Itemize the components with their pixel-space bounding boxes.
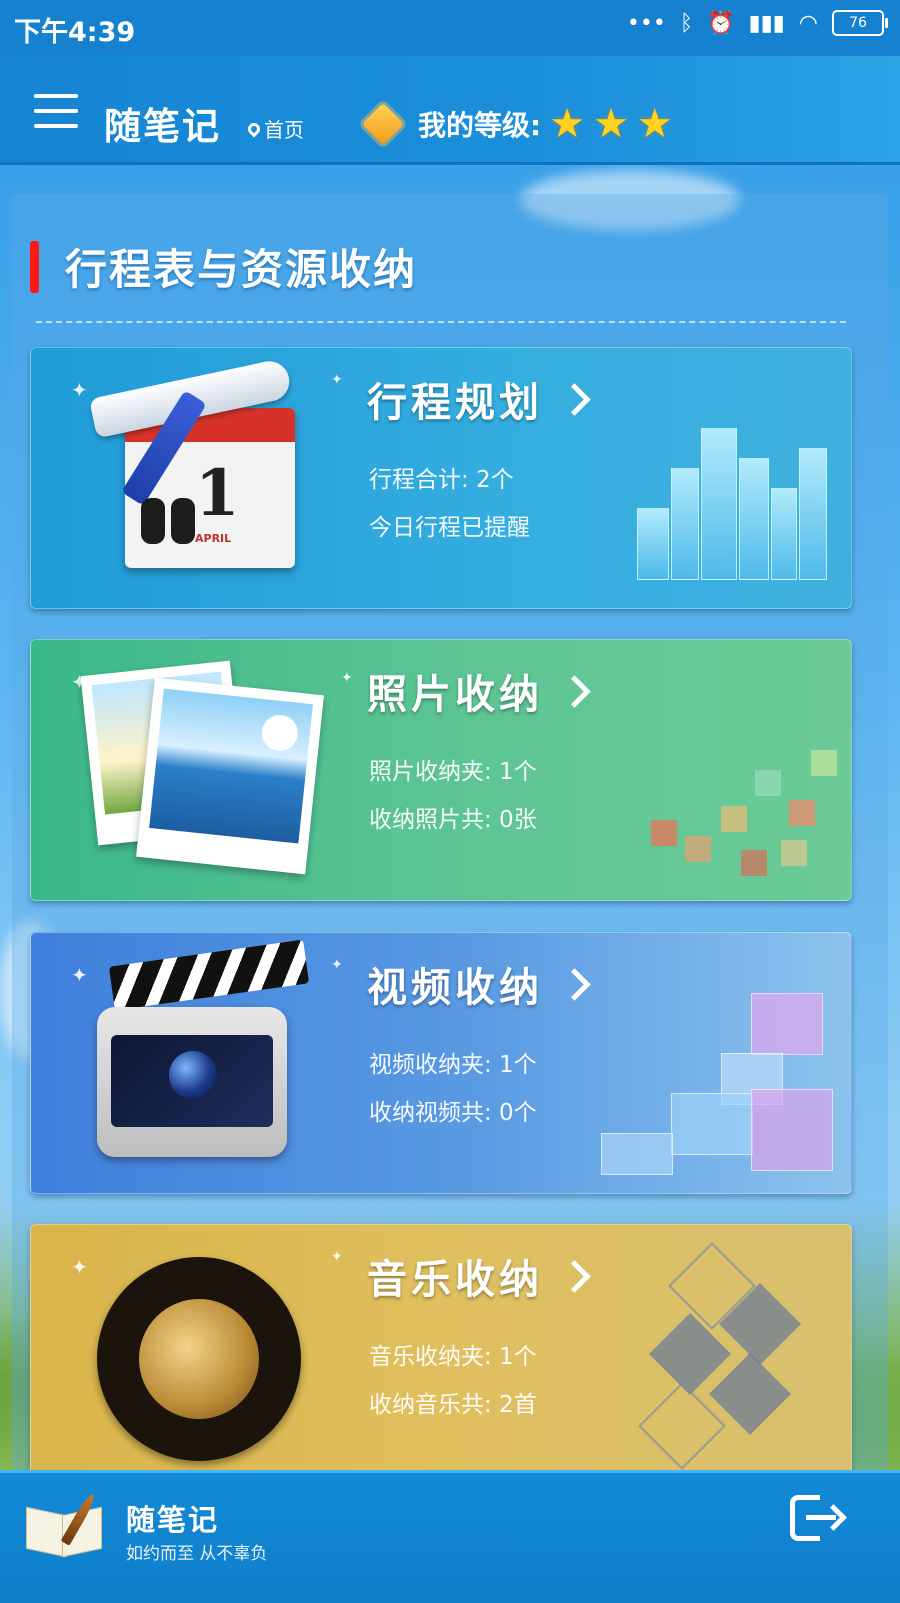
photo-icon [136,677,324,875]
card-music[interactable]: ✦ ✦ 音乐收纳 音乐收纳夹: 1个 收纳音乐共: 2首 [30,1224,852,1486]
city-skyline-icon [637,420,827,580]
hd-signal-icon: ▮▮▮ [748,10,785,36]
sparkle-icon: ✦ [341,670,353,686]
pixel-mosaic-decoration [621,710,841,880]
star-icon: ★ [636,101,673,147]
alarm-icon: ⏰ [707,10,735,36]
card-title: 视频收纳 [367,955,591,1013]
section-accent-bar [30,240,39,293]
app-title: 随笔记 [104,105,221,148]
card-photos[interactable]: ✦ ✦ 照片收纳 照片收纳夹: 1个 收纳照片共: 0张 [30,639,852,901]
home-link[interactable]: 首页 [245,114,304,143]
card-title: 音乐收纳 [367,1247,591,1305]
star-icon: ★ [549,101,586,147]
status-icons: ••• ᛒ ⏰ ▮▮▮ ◠ 76 [626,10,888,36]
sparkle-icon: ✦ [331,1249,343,1265]
hamburger-icon-line [34,109,78,113]
sparkle-icon: ✦ [71,378,88,402]
card-title: 行程规划 [367,370,591,428]
section-title: 行程表与资源收纳 [65,245,418,294]
card-title: 照片收纳 [367,662,591,720]
home-label: 首页 [264,118,304,142]
card-info-line: 收纳照片共: 0张 [369,807,537,833]
card-title-text: 音乐收纳 [367,1257,543,1303]
hamburger-icon-line [34,94,78,98]
bottom-bar: 随笔记 如约而至 从不辜负 [0,1470,900,1603]
chevron-right-icon [558,674,591,708]
diamond-badge-icon [361,102,405,146]
star-icon: ★ [593,101,629,147]
card-info-line: 今日行程已提醒 [369,515,530,541]
card-info-line: 照片收纳夹: 1个 [369,759,537,785]
sparkle-icon: ✦ [331,957,343,973]
card-info-line: 行程合计: 2个 [369,467,514,493]
location-pin-icon [245,120,263,137]
clapperboard-icon [97,1007,287,1157]
sparkle-icon: ✦ [331,372,343,388]
card-title-text: 视频收纳 [367,965,543,1011]
logout-arrowhead [820,1504,847,1531]
status-time: 下午4:39 [14,17,136,48]
cubes-decoration [601,993,841,1183]
chevron-right-icon [558,1259,591,1293]
footer-slogan: 如约而至 从不辜负 [126,1544,268,1564]
binoculars-icon [141,498,201,548]
chevron-right-icon [558,967,591,1001]
card-info-line: 音乐收纳夹: 1个 [369,1344,537,1370]
footer-title: 随笔记 [126,1503,220,1537]
card-info-line: 收纳音乐共: 2首 [369,1392,537,1418]
card-info-line: 收纳视频共: 0个 [369,1100,537,1126]
card-itinerary[interactable]: ✦ ✦ 1 APRIL 行程规划 行程合计: 2个 今日行程已提醒 [30,347,852,609]
book-quill-icon [26,1491,102,1561]
bluetooth-icon: ᛒ [679,10,694,36]
battery-icon: 76 [832,10,888,36]
status-bar: 下午4:39 ••• ᛒ ⏰ ▮▮▮ ◠ 76 [0,0,900,56]
card-title-text: 照片收纳 [367,672,543,718]
dashed-divider [36,321,846,323]
section-header: 行程表与资源收纳 [30,236,417,297]
vinyl-record-icon [97,1257,301,1461]
diamond-pattern-decoration [621,1242,821,1470]
app-header: 随笔记 首页 我的等级: ★ ★ ★ [0,56,900,165]
wifi-icon: ◠ [798,10,818,36]
user-level: 我的等级: ★ ★ ★ [361,101,673,147]
card-info-line: 视频收纳夹: 1个 [369,1052,537,1078]
menu-button[interactable] [34,94,78,130]
card-videos[interactable]: ✦ ✦ 视频收纳 视频收纳夹: 1个 收纳视频共: 0个 [30,932,852,1194]
logout-button[interactable] [790,1495,847,1547]
card-title-text: 行程规划 [367,380,543,426]
sparkle-icon: ✦ [71,1255,88,1279]
battery-level: 76 [849,15,867,31]
calendar-day: 1 [195,456,240,531]
clapperboard-top [108,939,310,1011]
level-label: 我的等级: [418,109,542,142]
more-dots-icon: ••• [626,10,666,36]
sparkle-icon: ✦ [71,963,88,987]
chevron-right-icon [558,382,591,416]
hamburger-icon-line [34,124,78,128]
